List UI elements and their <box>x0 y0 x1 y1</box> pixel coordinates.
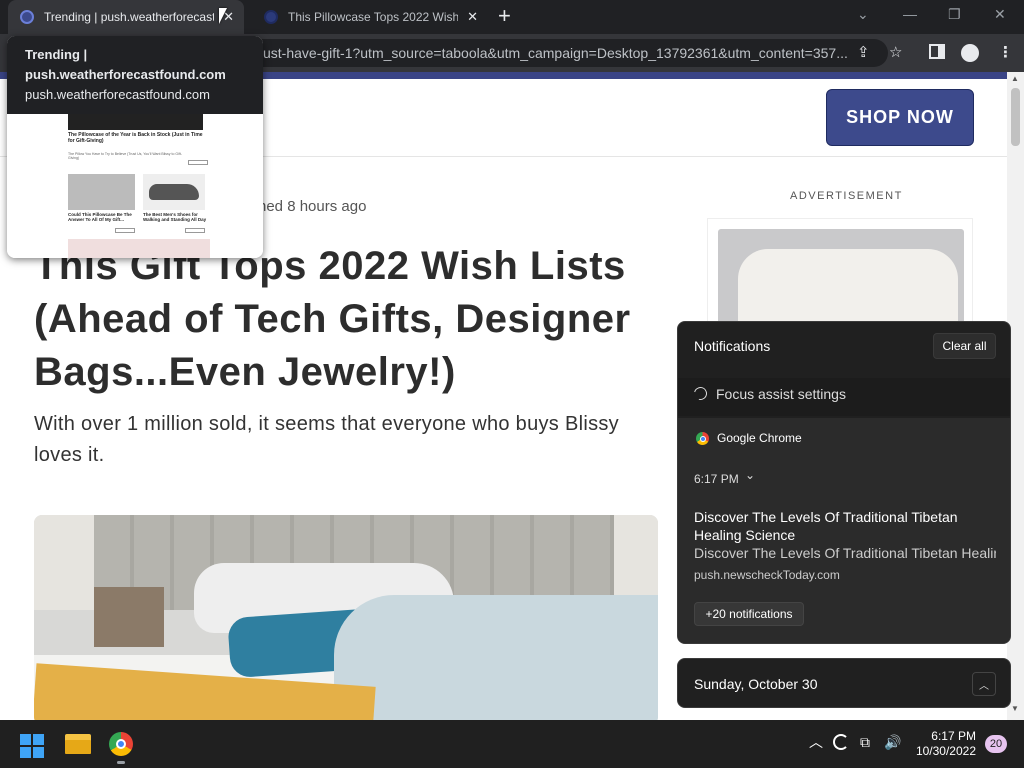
tab-close-icon[interactable]: ✕ <box>467 9 478 25</box>
notifications-title: Notifications <box>694 338 771 354</box>
bookmark-star-icon[interactable]: ☆ <box>889 45 902 61</box>
scroll-down-arrow-icon[interactable]: ▼ <box>1011 704 1019 713</box>
chrome-menu-icon[interactable]: ⋮ <box>998 45 1013 61</box>
hover-card-preview: The Pillowcase of the Year is Back in St… <box>7 114 263 258</box>
notification-time: 6:17 PM <box>694 472 739 486</box>
profile-avatar-icon[interactable] <box>961 44 979 62</box>
hover-card-title: Trending | push.weatherforecastfound.com <box>25 47 226 82</box>
windows-start-icon[interactable] <box>20 734 44 758</box>
calendar-expand-chevron-up-icon[interactable]: ︿ <box>972 672 996 696</box>
new-tab-button[interactable]: + <box>498 4 511 28</box>
article-headline: This Gift Tops 2022 Wish Lists (Ahead of… <box>34 244 631 394</box>
file-explorer-icon[interactable] <box>65 734 91 754</box>
shop-now-button[interactable]: SHOP NOW <box>826 89 974 146</box>
notification-body: Discover The Levels Of Traditional Tibet… <box>694 545 996 561</box>
moon-icon <box>691 384 710 403</box>
side-panel-icon[interactable] <box>929 44 945 59</box>
notification-count-badge[interactable]: 20 <box>985 735 1007 753</box>
url-text[interactable]: ust-have-gift-1?utm_source=taboola&utm_c… <box>263 45 848 61</box>
running-indicator <box>117 761 125 764</box>
site-favicon-icon <box>20 10 34 24</box>
hover-card-header: Trending | push.weatherforecastfound.com… <box>7 36 263 114</box>
sync-update-icon[interactable] <box>833 734 849 750</box>
site-favicon-icon <box>264 10 278 24</box>
advertisement-label: ADVERTISEMENT <box>790 190 903 202</box>
article-subhead: With over 1 million sold, it seems that … <box>34 413 619 466</box>
chrome-notification-card[interactable]: Google Chrome 6:17 PM ⌄ Discover The Lev… <box>678 418 1010 643</box>
focus-assist-settings-link[interactable]: Focus assist settings <box>678 378 1010 416</box>
preview-caption: Could This Pillowcase Be The Answer To A… <box>68 212 132 222</box>
clock-time: 6:17 PM <box>931 729 976 743</box>
preview-caption: The Best Men's Shoes for Walking and Sta… <box>143 212 207 222</box>
taskbar: ︿ ⧉ 🔊 6:17 PM 10/30/2022 20 <box>0 720 1024 768</box>
tray-overflow-chevron-up-icon[interactable]: ︿ <box>809 734 823 750</box>
share-icon[interactable]: ⇪ <box>857 45 870 61</box>
published-time: hed 8 hours ago <box>258 198 367 215</box>
focus-assist-label: Focus assist settings <box>716 386 846 402</box>
preview-shoes-image <box>143 174 205 210</box>
preview-button <box>188 160 208 165</box>
mouse-cursor-icon <box>219 8 227 24</box>
restore-button[interactable]: ❐ <box>948 6 961 23</box>
preview-caption: The Pillowcase of the Year is Back in St… <box>68 132 203 144</box>
tab-title: This Pillowcase Tops 2022 Wish Lists <box>288 10 458 24</box>
clock-date: 10/30/2022 <box>915 744 976 758</box>
notification-headline: Discover The Levels Of Traditional Tibet… <box>694 509 958 543</box>
tab-pillowcase[interactable]: This Pillowcase Tops 2022 Wish Lists ✕ <box>252 0 488 34</box>
chrome-taskbar-icon[interactable] <box>109 732 133 756</box>
more-notifications-button[interactable]: +20 notifications <box>694 602 804 626</box>
hero-bed-image <box>34 515 658 720</box>
tab-title: Trending | push.weatherforecastfound.com <box>44 10 214 24</box>
preview-button <box>115 228 135 233</box>
scroll-thumb[interactable] <box>1011 88 1020 146</box>
expand-chevron-down-icon[interactable]: ⌄ <box>745 468 755 482</box>
duvet <box>334 595 658 720</box>
calendar-panel: Sunday, October 30 ︿ <box>677 658 1011 708</box>
preview-image <box>68 114 203 130</box>
tab-trending[interactable]: Trending | push.weatherforecastfound.com… <box>8 0 244 34</box>
nightstand <box>94 587 164 647</box>
tab-strip: Trending | push.weatherforecastfound.com… <box>0 0 1024 34</box>
preview-subtext: The Pillow You Have to Try to Believe (T… <box>68 152 183 160</box>
preview-image <box>68 174 135 210</box>
minimize-button[interactable]: — <box>903 6 917 22</box>
taskbar-clock[interactable]: 6:17 PM 10/30/2022 <box>912 729 976 759</box>
preview-image <box>68 239 210 258</box>
chrome-icon <box>696 432 709 445</box>
notification-center: Notifications Clear all Focus assist set… <box>677 321 1011 644</box>
notification-source: push.newscheckToday.com <box>694 568 840 582</box>
calendar-date: Sunday, October 30 <box>694 676 818 692</box>
clear-all-button[interactable]: Clear all <box>933 333 996 359</box>
volume-icon[interactable]: 🔊 <box>884 734 901 750</box>
network-icon[interactable]: ⧉ <box>860 734 870 750</box>
notification-app-name: Google Chrome <box>717 431 802 445</box>
tab-hover-card: Trending | push.weatherforecastfound.com… <box>7 36 263 258</box>
preview-button <box>185 228 205 233</box>
scroll-up-arrow-icon[interactable]: ▲ <box>1011 74 1019 83</box>
hover-card-domain: push.weatherforecastfound.com <box>25 87 210 102</box>
close-window-button[interactable]: ✕ <box>994 6 1006 23</box>
tab-search-chevron-down-icon[interactable]: ⌄ <box>857 6 869 23</box>
